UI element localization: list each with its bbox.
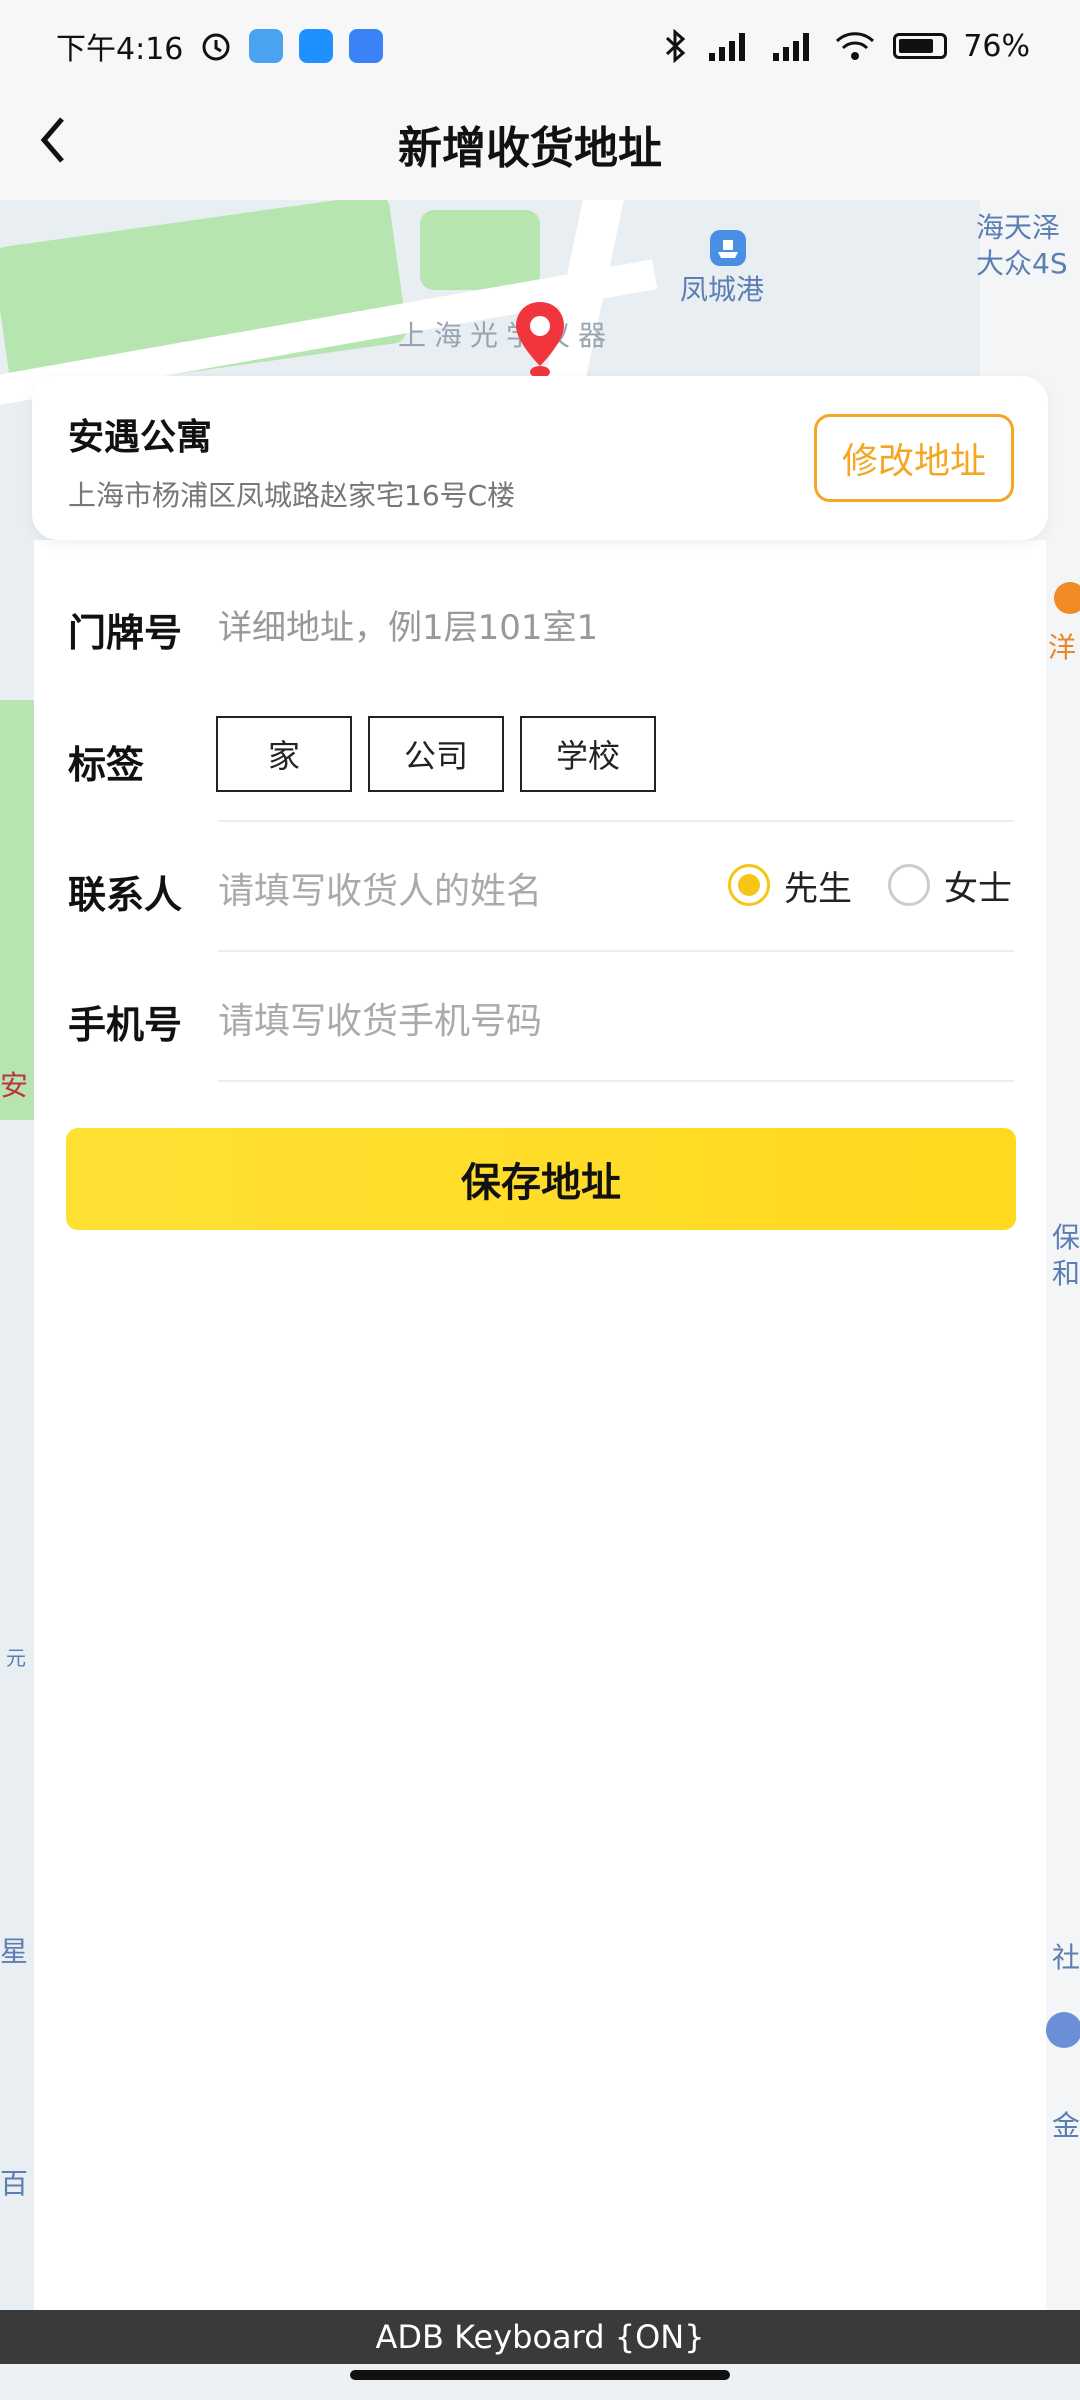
contact-name-input[interactable]: 请填写收货人的姓名 [218, 862, 542, 914]
map-label: 大众4S [976, 247, 1068, 280]
map-label: 保 [1052, 1221, 1080, 1254]
place-address: 上海市杨浦区凤城路赵家宅16号C楼 [68, 479, 516, 512]
battery-icon [893, 33, 948, 59]
gender-male-option[interactable]: 先生 [728, 856, 852, 914]
map-label: 海天泽 [976, 211, 1061, 244]
page-title: 新增收货地址 [398, 123, 662, 174]
map-label: 元 [6, 1646, 26, 1670]
back-button[interactable] [0, 98, 208, 182]
form-sheet [34, 540, 1046, 2310]
harbor-icon [708, 228, 748, 268]
map-poi-icon [1044, 2010, 1080, 2050]
tag-school-button[interactable]: 学校 [520, 716, 656, 792]
battery-level: 76% [963, 28, 1030, 64]
weather-app-icon [249, 29, 284, 63]
location-pin-icon [512, 300, 568, 380]
contact-label: 联系人 [68, 873, 183, 917]
map-label: 百 [0, 2167, 29, 2200]
signal-icon-1 [705, 29, 753, 63]
divider [218, 1080, 1014, 1082]
adb-keyboard-status: ADB Keyboard {ON} [375, 2318, 705, 2356]
status-time: 下午4:16 [56, 32, 184, 67]
save-address-button[interactable]: 保存地址 [66, 1128, 1016, 1230]
map-label: 安 [0, 1069, 29, 1102]
phone-input[interactable]: 请填写收货手机号码 [218, 992, 542, 1044]
map-label: 社 [1052, 1941, 1080, 1974]
phone-label: 手机号 [68, 1003, 183, 1047]
map-label: 星 [0, 1935, 29, 1968]
house-number-input[interactable]: 详细地址，例1层101室1 [218, 554, 652, 694]
map-label: 和 [1052, 1257, 1080, 1290]
divider [218, 950, 1014, 952]
signal-icon-2 [769, 29, 817, 63]
radio-selected-icon [728, 864, 770, 906]
tag-company-button[interactable]: 公司 [368, 716, 504, 792]
map-label-harbor: 凤城港 [680, 273, 765, 306]
status-left: 下午4:16 [56, 24, 384, 68]
tag-label: 标签 [68, 743, 145, 787]
status-right: 76% [663, 29, 1030, 64]
status-bar: 下午4:16 76% [0, 0, 1080, 92]
home-indicator[interactable] [350, 2370, 730, 2380]
bluetooth-icon [663, 29, 689, 63]
gender-male-label: 先生 [784, 868, 852, 909]
radio-unselected-icon [888, 864, 930, 906]
place-name: 安遇公寓 [68, 417, 213, 458]
gender-female-label: 女士 [944, 868, 1012, 909]
modify-address-button[interactable]: 修改地址 [814, 414, 1014, 502]
map-label: 金 [1052, 2109, 1080, 2142]
tag-home-button[interactable]: 家 [216, 716, 352, 792]
adb-keyboard-bar: ADB Keyboard {ON} [0, 2310, 1080, 2364]
keyboard-app-icon [349, 29, 384, 63]
house-number-label: 门牌号 [68, 611, 183, 655]
map-poi-icon [1052, 580, 1080, 616]
gender-female-option[interactable]: 女士 [888, 856, 1012, 914]
wifi-icon [833, 29, 877, 63]
map-label: 洋 [1048, 631, 1077, 664]
map-park [420, 210, 540, 290]
top-nav: 新增收货地址 [0, 92, 1080, 200]
map-label-building: 上海光学仪器 [398, 319, 615, 352]
back-arrow-icon [38, 115, 68, 165]
divider [218, 820, 1014, 822]
alarm-icon [199, 29, 233, 63]
upload-app-icon [299, 29, 334, 63]
